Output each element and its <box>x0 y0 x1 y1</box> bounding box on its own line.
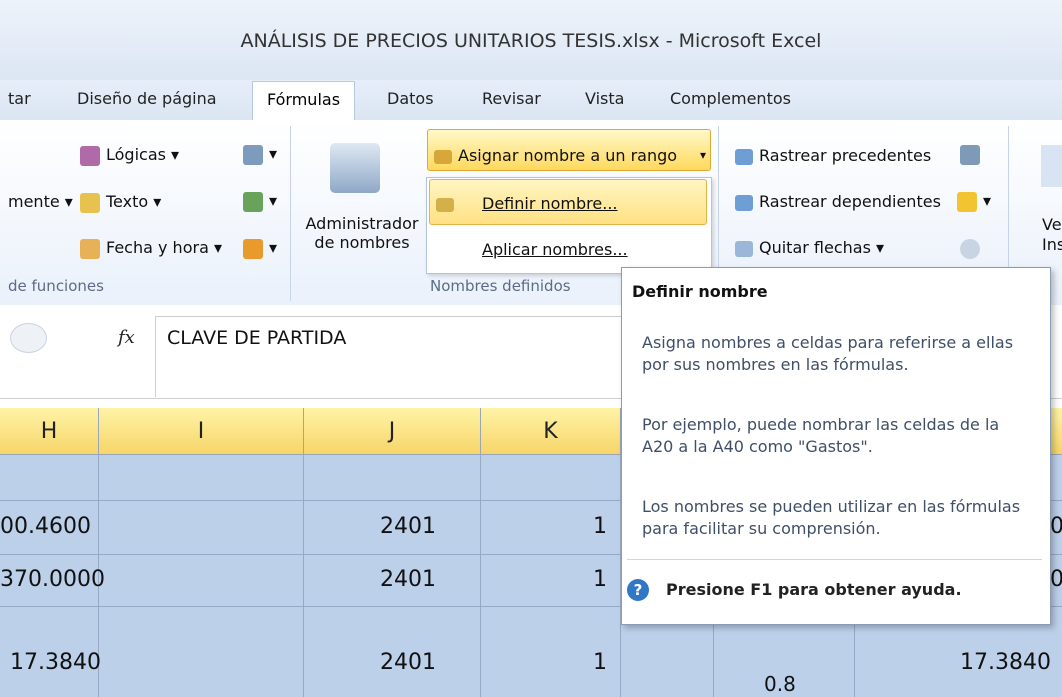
name-box-dropdown[interactable] <box>10 323 47 353</box>
inspe-label: Inspe <box>1042 235 1062 254</box>
mente-label: mente <box>8 192 60 211</box>
tab-tar[interactable]: tar <box>8 89 31 108</box>
rastrear-dependientes-button[interactable]: Rastrear dependientes <box>735 192 941 211</box>
tab-vista[interactable]: Vista <box>585 89 624 108</box>
chevron-down-icon: ▾ <box>700 148 707 162</box>
evaluate-formula-icon[interactable] <box>960 238 986 259</box>
search-function-icon[interactable]: ▾ <box>243 144 277 165</box>
formula-content: CLAVE DE PARTIDA <box>167 327 347 349</box>
ven-label: Ven <box>1042 215 1062 234</box>
grid-line <box>480 454 481 697</box>
mente-button[interactable]: mente ▾ <box>8 192 73 211</box>
help-icon: ? <box>627 579 649 601</box>
remove-arrows-icon <box>735 240 753 257</box>
tab-datos[interactable]: Datos <box>387 89 434 108</box>
logicas-label: Lógicas <box>106 145 166 164</box>
cell-j-row-2[interactable]: 2401 <box>380 567 436 592</box>
error-check-icon[interactable]: ▾ <box>957 191 991 212</box>
cell-right-row-2[interactable]: 0 <box>1050 567 1062 592</box>
logicas-button[interactable]: Lógicas ▾ <box>80 145 179 166</box>
asignar-nombre-label-wrap: Asignar nombre a un rango <box>434 146 677 165</box>
cell-right-row-3[interactable]: 17.3840 <box>960 650 1051 675</box>
ventana-inspeccion-button[interactable]: Ven Inspe <box>1042 215 1062 255</box>
name-manager-icon <box>330 143 380 193</box>
tab-formulas-label: Fórmulas <box>267 90 341 109</box>
cell-h-row-2[interactable]: 370.0000 <box>0 567 105 592</box>
administrador-label-1: Administrador <box>305 214 419 233</box>
window-title: ANÁLISIS DE PRECIOS UNITARIOS TESIS.xlsx… <box>240 30 822 52</box>
cell-extra-row-3[interactable]: 0.8 <box>764 672 796 696</box>
fx-icon[interactable]: fx <box>118 327 135 348</box>
texto-icon <box>80 192 100 213</box>
tooltip-paragraph-3: Los nombres se pueden utilizar en las fó… <box>642 497 1021 538</box>
precedents-icon <box>735 148 753 165</box>
watch-window-icon <box>1041 145 1062 187</box>
fecha-hora-button[interactable]: Fecha y hora ▾ <box>80 238 222 259</box>
nombres-group-label: Nombres definidos <box>430 277 571 295</box>
cell-h-row-3[interactable]: 17.3840 <box>10 650 101 675</box>
funciones-group-label: de funciones <box>8 277 104 295</box>
show-formulas-icon[interactable] <box>960 144 986 165</box>
texto-button[interactable]: Texto ▾ <box>80 192 161 213</box>
column-header-h[interactable]: H <box>0 408 99 455</box>
column-header-k[interactable]: K <box>481 408 621 455</box>
tooltip-paragraph-2: Por ejemplo, puede nombrar las celdas de… <box>642 415 1000 456</box>
cell-k-row-1[interactable]: 1 <box>593 514 607 539</box>
rastrear-precedentes-label: Rastrear precedentes <box>759 146 932 165</box>
cell-k-row-3[interactable]: 1 <box>593 650 607 675</box>
column-header-j[interactable]: J <box>304 408 481 455</box>
cell-j-row-3[interactable]: 2401 <box>380 650 436 675</box>
theta-function-icon[interactable]: ▾ <box>243 191 277 212</box>
quitar-flechas-label: Quitar flechas <box>759 238 871 257</box>
cell-j-row-1[interactable]: 2401 <box>380 514 436 539</box>
tooltip-paragraph-1: Asigna nombres a celdas para referirse a… <box>642 333 1014 374</box>
title-bar: ANÁLISIS DE PRECIOS UNITARIOS TESIS.xlsx… <box>0 0 1062 80</box>
dependents-icon <box>735 194 753 211</box>
column-header-i[interactable]: I <box>99 408 304 455</box>
definir-nombre-icon <box>436 194 460 213</box>
fecha-hora-label: Fecha y hora <box>106 238 209 257</box>
administrador-label-2: de nombres <box>314 233 410 252</box>
administrador-nombres-button[interactable]: Administrador de nombres <box>302 214 422 252</box>
cell-k-row-2[interactable]: 1 <box>593 567 607 592</box>
rastrear-dependientes-label: Rastrear dependientes <box>759 192 941 211</box>
tooltip-divider <box>627 559 1042 560</box>
calendar-icon <box>80 238 100 259</box>
grid-line <box>303 454 304 697</box>
more-functions-icon[interactable]: ▾ <box>243 238 277 259</box>
texto-label: Texto <box>106 192 149 211</box>
cell-right-row-1[interactable]: 0 <box>1050 514 1062 539</box>
tooltip-help: Presione F1 para obtener ayuda. <box>666 580 962 599</box>
aplicar-nombres-item[interactable]: Aplicar nombres... <box>482 240 628 259</box>
quitar-flechas-button[interactable]: Quitar flechas ▾ <box>735 238 884 257</box>
tooltip-title: Definir nombre <box>632 282 768 301</box>
logicas-icon <box>80 145 100 166</box>
tab-diseno-pagina[interactable]: Diseño de página <box>77 89 217 108</box>
tab-revisar[interactable]: Revisar <box>482 89 541 108</box>
definir-nombre-label: Definir nombre... <box>482 194 618 213</box>
group-separator <box>290 126 291 301</box>
cell-h-row-1[interactable]: 00.4600 <box>0 514 91 539</box>
tab-complementos[interactable]: Complementos <box>670 89 791 108</box>
rastrear-precedentes-button[interactable]: Rastrear precedentes <box>735 146 931 165</box>
tab-formulas[interactable]: Fórmulas <box>252 81 356 121</box>
name-tag-icon <box>434 149 452 164</box>
asignar-nombre-label: Asignar nombre a un rango <box>458 146 678 165</box>
